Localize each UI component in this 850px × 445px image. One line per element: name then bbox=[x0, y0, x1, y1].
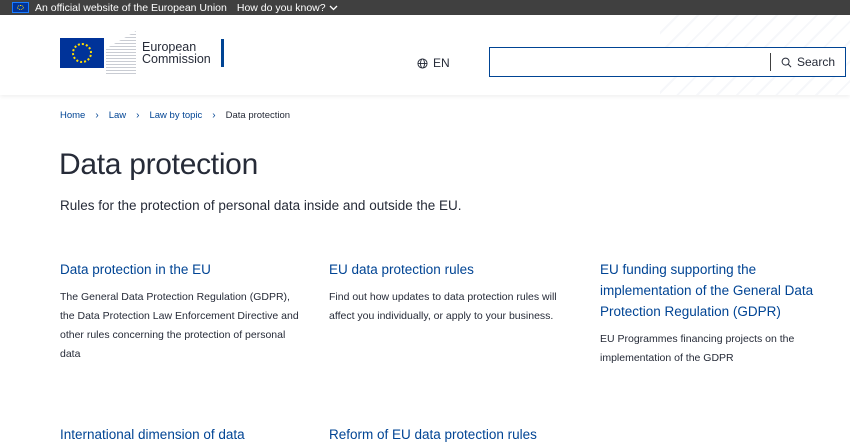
logo-divider bbox=[220, 39, 224, 67]
card-reform-eu-rules: Reform of EU data protection rules bbox=[329, 424, 574, 445]
card-title-link[interactable]: EU data protection rules bbox=[329, 259, 574, 280]
site-header: European Commission EN Search bbox=[0, 15, 850, 95]
breadcrumb-home[interactable]: Home bbox=[60, 110, 85, 121]
search-button-label: Search bbox=[796, 55, 835, 69]
eu-banner-text: An official website of the European Unio… bbox=[35, 1, 227, 14]
chevron-right-icon: › bbox=[136, 110, 140, 121]
globe-icon bbox=[417, 57, 428, 69]
berlaymont-icon bbox=[106, 31, 136, 75]
language-selector[interactable]: EN bbox=[417, 56, 450, 70]
search-input[interactable] bbox=[490, 48, 770, 76]
logo-text: European Commission bbox=[142, 41, 211, 66]
eu-official-banner: An official website of the European Unio… bbox=[0, 0, 850, 15]
breadcrumb-law-by-topic[interactable]: Law by topic bbox=[149, 110, 202, 121]
card-title-link[interactable]: Reform of EU data protection rules bbox=[329, 424, 574, 445]
language-code: EN bbox=[433, 56, 450, 70]
eu-flag-icon bbox=[60, 38, 104, 68]
european-commission-logo[interactable]: European Commission bbox=[60, 31, 224, 75]
card-description: Find out how updates to data protection … bbox=[329, 291, 557, 322]
card-title-link[interactable]: Data protection in the EU bbox=[60, 259, 305, 280]
breadcrumb-law[interactable]: Law bbox=[109, 110, 126, 121]
breadcrumb-current: Data protection bbox=[225, 110, 291, 121]
chevron-down-icon bbox=[329, 5, 338, 10]
search-button[interactable]: Search bbox=[771, 55, 845, 69]
how-do-you-know-label: How do you know? bbox=[236, 1, 326, 14]
card-description: The General Data Protection Regulation (… bbox=[60, 291, 299, 360]
card-title-link[interactable]: International dimension of data bbox=[60, 424, 305, 445]
how-do-you-know-toggle[interactable]: How do you know? bbox=[237, 2, 338, 14]
chevron-right-icon: › bbox=[95, 110, 99, 121]
card-data-protection-in-eu: Data protection in the EU The General Da… bbox=[60, 259, 305, 364]
card-eu-data-protection-rules: EU data protection rules Find out how up… bbox=[329, 259, 574, 326]
search-icon bbox=[781, 57, 792, 67]
card-eu-funding-gdpr: EU funding supporting the implementation… bbox=[600, 259, 835, 368]
page-title: Data protection bbox=[59, 148, 258, 181]
page-lead: Rules for the protection of personal dat… bbox=[60, 198, 462, 213]
card-title-link[interactable]: EU funding supporting the implementation… bbox=[600, 259, 835, 322]
logo-line-2: Commission bbox=[142, 52, 211, 66]
eu-flag-icon bbox=[12, 2, 29, 13]
search-form: Search bbox=[489, 47, 846, 77]
chevron-right-icon: › bbox=[212, 110, 216, 121]
card-international-dimension: International dimension of data bbox=[60, 424, 305, 445]
breadcrumb: Home › Law › Law by topic › Data protect… bbox=[60, 110, 290, 121]
card-description: EU Programmes financing projects on the … bbox=[600, 333, 795, 364]
